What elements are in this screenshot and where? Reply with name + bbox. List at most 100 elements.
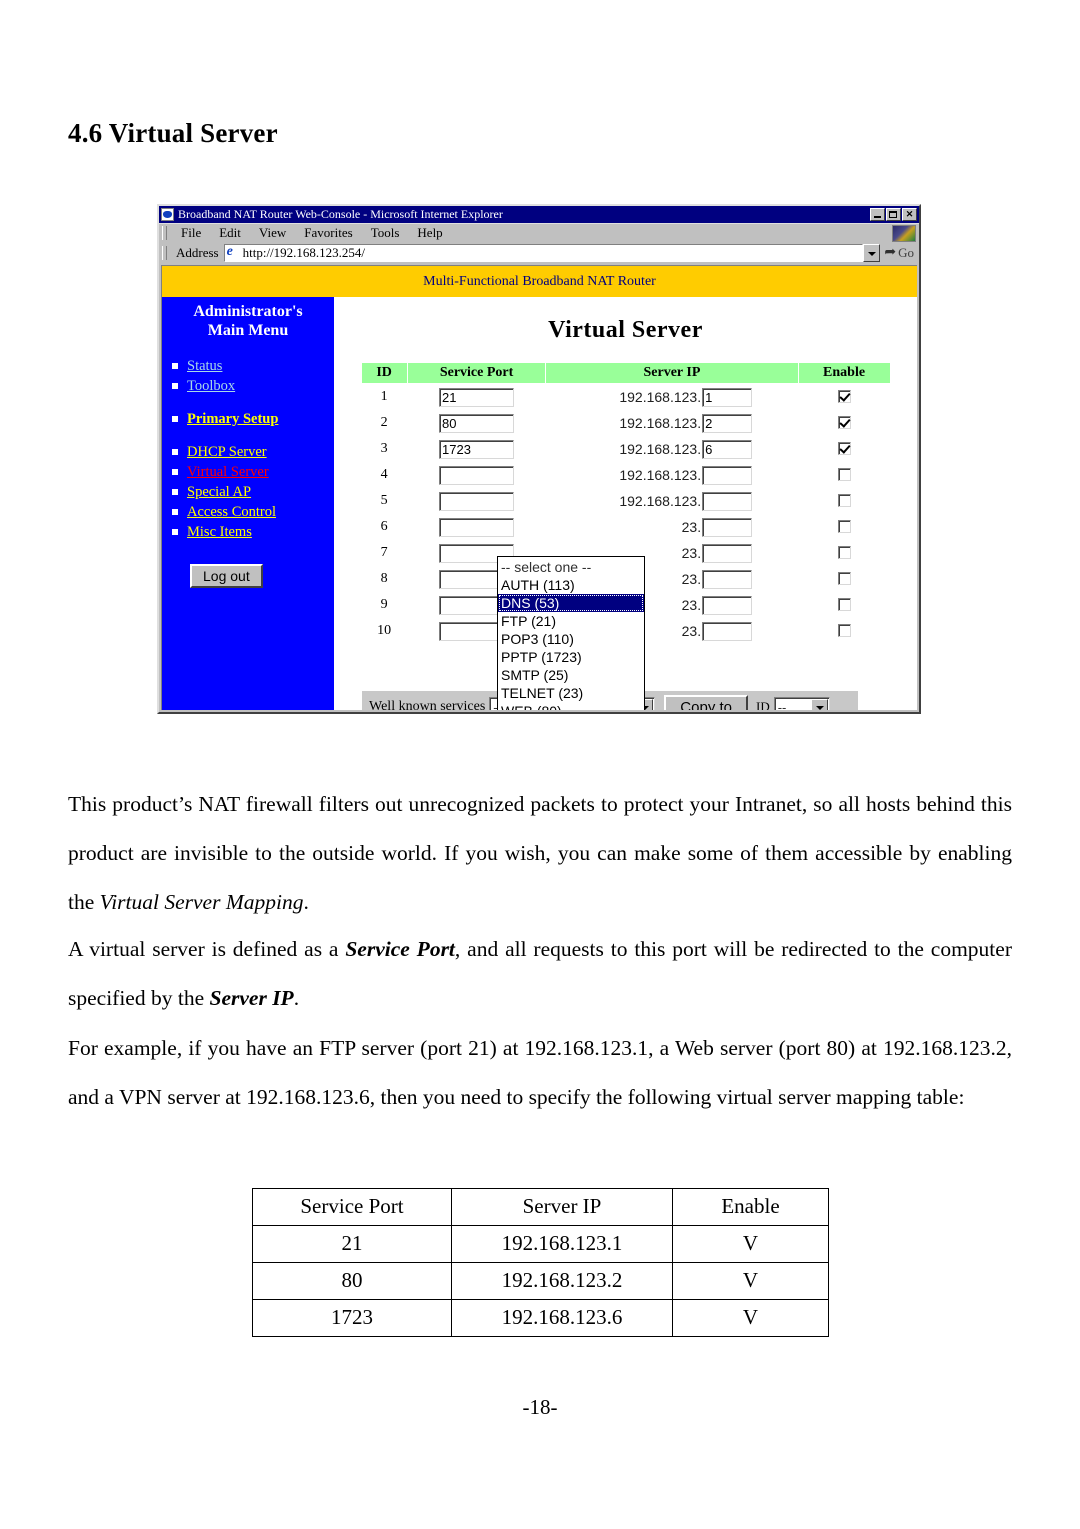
enable-checkbox[interactable] (837, 468, 851, 482)
row-id: 10 (377, 623, 392, 638)
service-port-input[interactable] (439, 517, 515, 537)
mapping-service-port: 1723 (252, 1299, 452, 1337)
ip-prefix-label: 192.168.123. (619, 415, 702, 431)
copy-to-button[interactable]: Copy to (664, 694, 748, 710)
server-ip-input[interactable] (702, 621, 753, 641)
row-server-ip-cell: 192.168.123. (546, 488, 798, 514)
dropdown-option-selected[interactable]: DNS (53) (498, 594, 644, 612)
server-ip-input[interactable] (702, 491, 753, 511)
window-controls[interactable]: ✕ (870, 208, 918, 221)
emphasis-server-ip: Server IP (209, 985, 294, 1010)
mapping-server-ip: 192.168.123.6 (451, 1299, 673, 1337)
service-port-input[interactable]: 21 (439, 387, 515, 407)
sidebar-item-misc-items[interactable]: Misc Items (172, 522, 334, 542)
server-ip-input[interactable]: 2 (702, 413, 753, 433)
row-server-ip-cell: 192.168.123. 6 (546, 436, 798, 462)
sidebar-item-toolbox[interactable]: Toolbox (172, 376, 334, 396)
dropdown-option[interactable]: -- select one -- (498, 558, 644, 576)
minimize-button[interactable] (870, 208, 885, 221)
menu-item-favorites[interactable]: Favorites (295, 225, 361, 241)
server-ip-input[interactable]: 6 (702, 439, 753, 459)
sidebar-item-label: Toolbox (187, 377, 236, 394)
enable-checkbox[interactable] (837, 520, 851, 534)
paragraph-definition: A virtual server is defined as a Service… (68, 925, 1012, 1023)
addressbar-grip[interactable] (162, 245, 167, 260)
bullet-icon (172, 529, 178, 535)
mapping-enable: V (672, 1299, 829, 1337)
service-port-input[interactable] (439, 491, 515, 511)
enable-checkbox[interactable] (837, 598, 851, 612)
server-ip-input[interactable] (702, 595, 753, 615)
server-ip-input[interactable]: 1 (702, 387, 753, 407)
sidebar-item-access-control[interactable]: Access Control (172, 502, 334, 522)
sidebar-item-special-ap[interactable]: Special AP (172, 482, 334, 502)
browser-menubar: File Edit View Favorites Tools Help (159, 223, 919, 242)
dropdown-option[interactable]: POP3 (110) (498, 630, 644, 648)
sidebar-item-status[interactable]: Status (172, 356, 334, 376)
menu-item-help[interactable]: Help (408, 225, 451, 241)
server-ip-input[interactable] (702, 569, 753, 589)
dropdown-option[interactable]: WEB (80) (498, 702, 644, 710)
header-server-ip: Server IP (545, 362, 799, 384)
table-row: 1723 192.168.123.6 V (252, 1299, 829, 1337)
sidebar-item-primary-setup[interactable]: Primary Setup (172, 409, 334, 429)
server-ip-input[interactable] (702, 465, 753, 485)
browser-title-text: Broadband NAT Router Web-Console - Micro… (178, 207, 503, 221)
bullet-icon (172, 383, 178, 389)
row-enable-cell (798, 592, 890, 618)
dropdown-option[interactable]: TELNET (23) (498, 684, 644, 702)
menubar-grip[interactable] (162, 226, 167, 240)
bullet-icon (172, 489, 178, 495)
dropdown-option[interactable]: SMTP (25) (498, 666, 644, 684)
row-enable-cell (798, 540, 890, 566)
row-enable-cell (798, 436, 890, 462)
copy-to-id-select[interactable]: -- (773, 696, 830, 710)
row-id: 1 (380, 389, 388, 404)
enable-checkbox[interactable] (837, 494, 851, 508)
service-port-input[interactable]: 80 (439, 413, 515, 433)
paragraph-intro: This product’s NAT firewall filters out … (68, 780, 1012, 927)
enable-checkbox[interactable] (837, 442, 851, 456)
row-enable-cell (798, 462, 890, 488)
chevron-down-icon[interactable] (810, 698, 828, 710)
row-enable-cell (798, 566, 890, 592)
enable-checkbox[interactable] (837, 624, 851, 638)
enable-checkbox[interactable] (837, 546, 851, 560)
service-port-input[interactable] (439, 465, 515, 485)
address-input[interactable]: http://192.168.123.254/ (223, 243, 864, 262)
ip-prefix-label: 192.168.123. (619, 441, 702, 457)
menu-item-edit[interactable]: Edit (210, 225, 250, 241)
paragraph-text: A virtual server is defined as a (68, 936, 346, 961)
page-number: -18- (522, 1395, 558, 1419)
menu-item-tools[interactable]: Tools (362, 225, 409, 241)
mapping-header-enable: Enable (672, 1188, 829, 1226)
dropdown-option[interactable]: AUTH (113) (498, 576, 644, 594)
row-enable-cell (798, 410, 890, 436)
panel-title: Virtual Server (548, 317, 703, 343)
enable-checkbox[interactable] (837, 416, 851, 430)
menu-item-view[interactable]: View (250, 225, 295, 241)
mapping-table-body: 21 192.168.123.1 V 80 192.168.123.2 V 17… (252, 1225, 829, 1337)
maximize-button[interactable] (886, 208, 901, 221)
row-service-port-cell (407, 514, 546, 540)
sidebar-item-virtual-server[interactable]: Virtual Server (172, 462, 334, 482)
ip-prefix-label: 23. (681, 519, 702, 535)
logout-button[interactable]: Log out (190, 564, 263, 588)
menu-item-file[interactable]: File (172, 225, 210, 241)
address-history-dropdown-icon[interactable] (863, 243, 881, 262)
enable-checkbox[interactable] (837, 572, 851, 586)
service-port-input[interactable]: 1723 (439, 439, 515, 459)
enable-checkbox[interactable] (837, 390, 851, 404)
browser-titlebar: Broadband NAT Router Web-Console - Micro… (159, 206, 919, 223)
sidebar-item-label: Status (187, 357, 223, 374)
header-enable: Enable (797, 362, 891, 384)
server-ip-input[interactable] (702, 543, 753, 563)
sidebar-item-dhcp-server[interactable]: DHCP Server (172, 442, 334, 462)
close-button[interactable]: ✕ (902, 208, 917, 221)
dropdown-option[interactable]: FTP (21) (498, 612, 644, 630)
dropdown-option[interactable]: PPTP (1723) (498, 648, 644, 666)
server-ip-input[interactable] (702, 517, 753, 537)
well-known-services-dropdown-list[interactable]: -- select one -- AUTH (113) DNS (53) FTP… (497, 556, 645, 710)
sidebar-item-label: DHCP Server (187, 443, 267, 460)
go-button[interactable]: ➦ Go (884, 244, 919, 261)
